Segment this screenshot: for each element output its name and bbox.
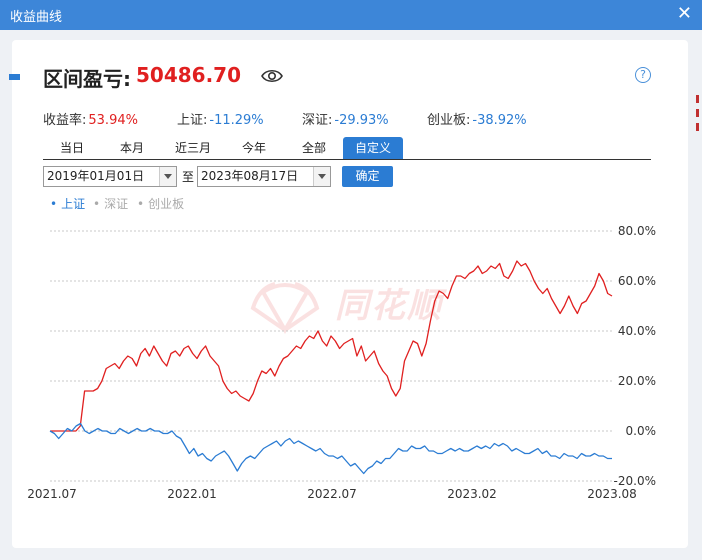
y-tick-label: 0.0% bbox=[626, 424, 657, 438]
x-tick-label: 2023.08 bbox=[587, 487, 637, 501]
y-tick-label: -20.0% bbox=[614, 474, 656, 488]
x-tick-label: 2023.02 bbox=[447, 487, 497, 501]
x-tick-label: 2021.07 bbox=[27, 487, 77, 501]
x-tick-label: 2022.01 bbox=[167, 487, 217, 501]
y-tick-label: 80.0% bbox=[618, 224, 656, 238]
series-line-profit bbox=[50, 260, 613, 432]
y-tick-label: 40.0% bbox=[618, 324, 656, 338]
x-tick-label: 2022.07 bbox=[307, 487, 357, 501]
y-tick-label: 20.0% bbox=[618, 374, 656, 388]
window-edge-marks bbox=[696, 95, 699, 131]
return-curve-chart: 80.0% 60.0% 40.0% 20.0% 0.0% -20.0% 2021.07 202… bbox=[27, 224, 657, 501]
y-tick-label: 60.0% bbox=[618, 274, 656, 288]
